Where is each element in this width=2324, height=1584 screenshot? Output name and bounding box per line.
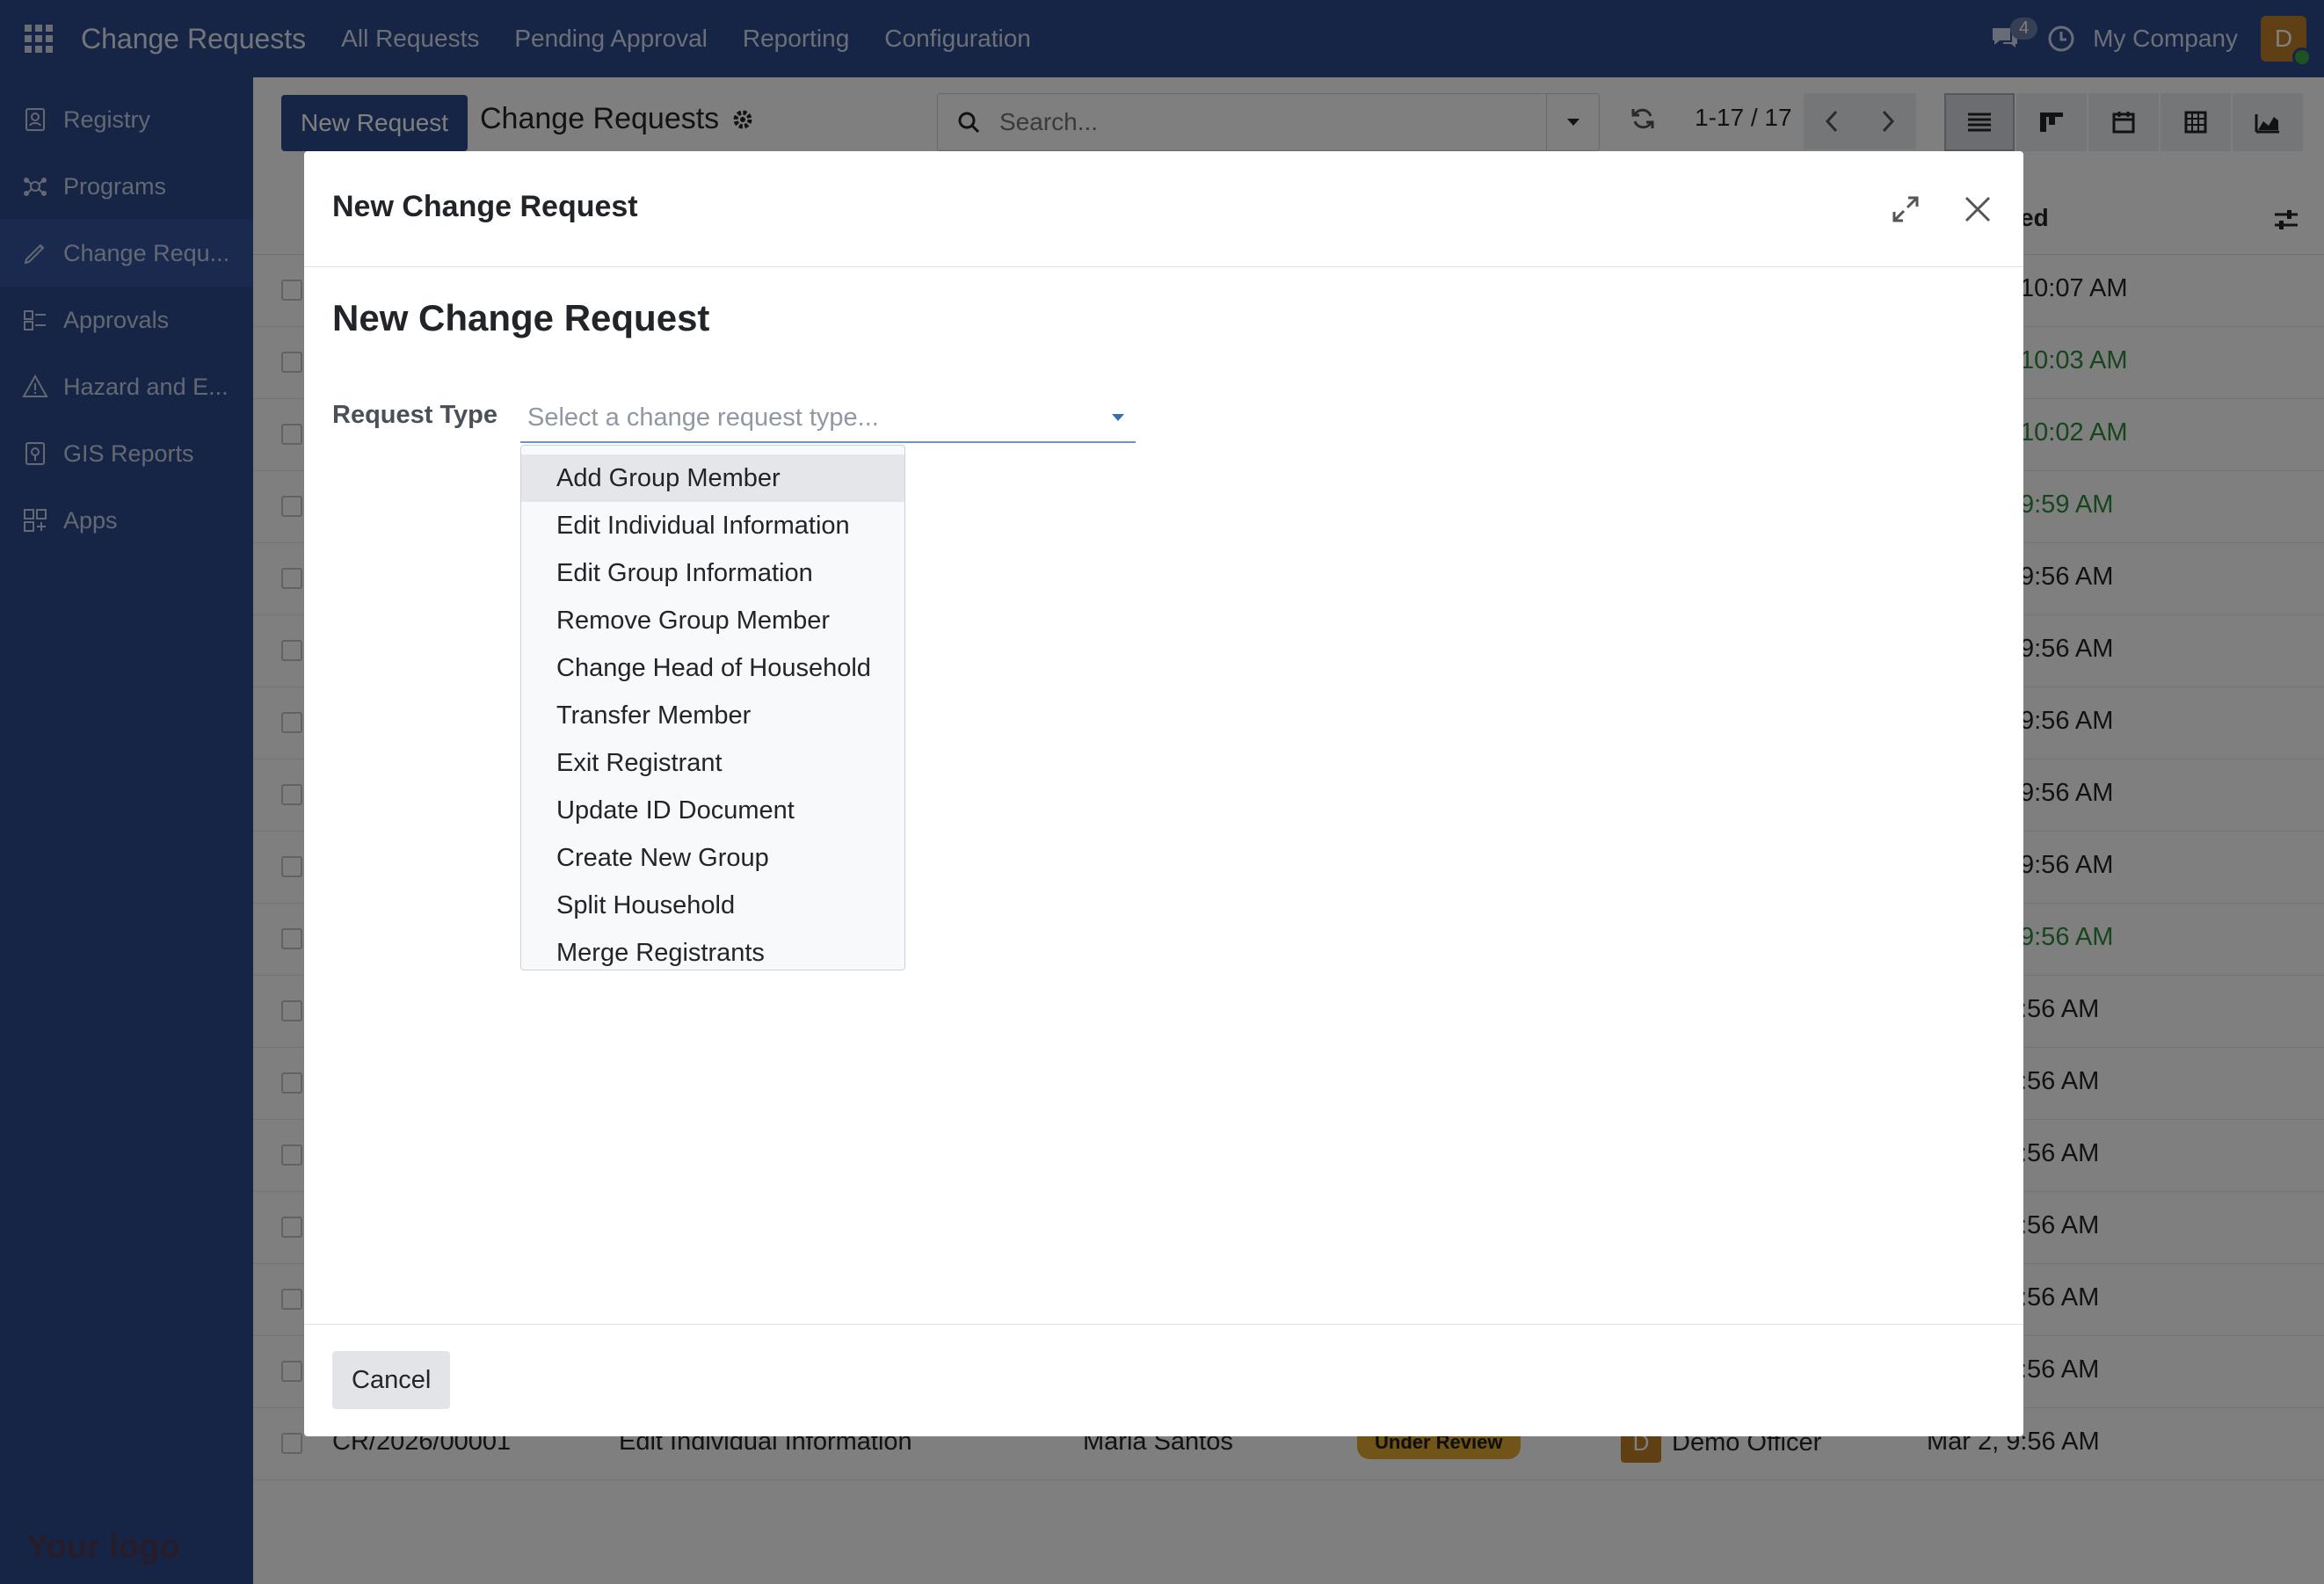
dropdown-option[interactable]: Update ID Document (521, 787, 904, 834)
modal-title: New Change Request (332, 190, 638, 223)
select-placeholder: Select a change request type... (527, 403, 879, 432)
expand-button[interactable] (1886, 190, 1925, 229)
dropdown-option[interactable]: Edit Individual Information (521, 502, 904, 549)
close-button[interactable] (1958, 190, 1997, 229)
modal-header: New Change Request (304, 151, 2023, 267)
dropdown-option[interactable]: Change Head of Household (521, 644, 904, 692)
cancel-button[interactable]: Cancel (332, 1351, 451, 1409)
expand-icon (1892, 196, 1919, 222)
form-heading: New Change Request (332, 297, 710, 338)
dropdown-option[interactable]: Create New Group (521, 834, 904, 882)
dropdown-option[interactable]: Transfer Member (521, 692, 904, 739)
request-type-dropdown: Add Group Member Edit Individual Informat… (520, 445, 905, 970)
close-icon (1965, 196, 1991, 222)
caret-down-icon (1100, 413, 1136, 422)
request-type-select[interactable]: Select a change request type... (520, 394, 1136, 443)
dropdown-option[interactable]: Split Household (521, 882, 904, 929)
dropdown-option[interactable]: Edit Group Information (521, 549, 904, 597)
dropdown-option[interactable]: Add Group Member (521, 454, 904, 502)
new-change-request-dialog: New Change Request New Change Request Re… (304, 151, 2023, 1436)
dropdown-option[interactable]: Remove Group Member (521, 597, 904, 644)
request-type-label: Request Type (332, 401, 498, 429)
modal-footer: Cancel (304, 1324, 2023, 1436)
dropdown-option[interactable]: Exit Registrant (521, 739, 904, 787)
dropdown-option[interactable]: Merge Registrants (521, 929, 904, 970)
